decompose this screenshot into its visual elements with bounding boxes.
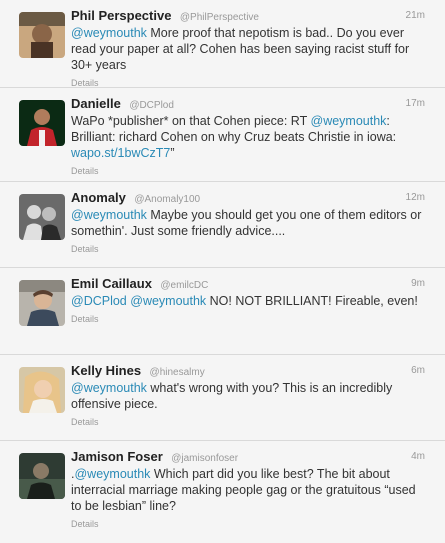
tweet-text-segment: NO! NOT BRILLIANT! Fireable, even! (206, 294, 418, 308)
avatar[interactable] (19, 194, 65, 240)
author-name[interactable]: Danielle (71, 96, 121, 111)
mention-link[interactable]: @weymouthk (311, 114, 387, 128)
tweet-time[interactable]: 9m (411, 276, 425, 292)
mention-link[interactable]: @weymouthk (130, 294, 206, 308)
author-name[interactable]: Kelly Hines (71, 363, 141, 378)
tweet-text-segment: WaPo *publisher* on that Cohen piece: RT (71, 114, 311, 128)
author-name[interactable]: Phil Perspective (71, 8, 171, 23)
tweet-time[interactable]: 21m (406, 8, 425, 24)
author-name[interactable]: Emil Caillaux (71, 276, 152, 291)
author-handle[interactable]: @Anomaly100 (134, 194, 200, 205)
mention-link[interactable]: @weymouthk (71, 208, 147, 222)
avatar[interactable] (19, 367, 65, 413)
tweet-text: @DCPlod @weymouthk NO! NOT BRILLIANT! Fi… (71, 293, 425, 309)
tweet[interactable]: Danielle @DCPlod 17m WaPo *publisher* on… (0, 88, 445, 182)
tweet-stream: Phil Perspective @PhilPerspective 21m @w… (0, 0, 445, 531)
url-link[interactable]: wapo.st/1bwCzT7 (71, 146, 170, 160)
author-handle[interactable]: @hinesalmy (150, 367, 205, 378)
details-link[interactable]: Details (71, 166, 99, 176)
tweet-text: @weymouthk Maybe you should get you one … (71, 207, 425, 239)
details-link[interactable]: Details (71, 314, 99, 324)
tweet-text: @weymouthk More proof that nepotism is b… (71, 25, 425, 73)
mention-link[interactable]: @DCPlod (71, 294, 127, 308)
tweet-text-segment: ” (170, 146, 175, 160)
tweet[interactable]: Anomaly @Anomaly100 12m @weymouthk Maybe… (0, 182, 445, 268)
tweet[interactable]: Phil Perspective @PhilPerspective 21m @w… (0, 0, 445, 88)
details-link[interactable]: Details (71, 244, 99, 254)
tweet[interactable]: Jamison Foser @jamisonfoser 4m .@weymout… (0, 441, 445, 531)
avatar[interactable] (19, 280, 65, 326)
details-link[interactable]: Details (71, 519, 99, 529)
tweet[interactable]: Emil Caillaux @emilcDC 9m @DCPlod @weymo… (0, 268, 445, 355)
author-handle[interactable]: @emilcDC (160, 280, 208, 291)
details-link[interactable]: Details (71, 78, 99, 88)
tweet-text: WaPo *publisher* on that Cohen piece: RT… (71, 113, 425, 161)
tweet-time[interactable]: 12m (406, 190, 425, 206)
author-handle[interactable]: @DCPlod (129, 100, 174, 111)
tweet-text: .@weymouthk Which part did you like best… (71, 466, 425, 514)
details-link[interactable]: Details (71, 417, 99, 427)
mention-link[interactable]: @weymouthk (71, 381, 147, 395)
mention-link[interactable]: @weymouthk (71, 26, 147, 40)
tweet-text: @weymouthk what's wrong with you? This i… (71, 380, 425, 412)
avatar[interactable] (19, 453, 65, 499)
author-name[interactable]: Jamison Foser (71, 449, 163, 464)
tweet-time[interactable]: 4m (411, 449, 425, 465)
tweet[interactable]: Kelly Hines @hinesalmy 6m @weymouthk wha… (0, 355, 445, 441)
author-handle[interactable]: @jamisonfoser (171, 453, 238, 464)
avatar[interactable] (19, 12, 65, 58)
avatar[interactable] (19, 100, 65, 146)
tweet-time[interactable]: 17m (406, 96, 425, 112)
author-handle[interactable]: @PhilPerspective (180, 12, 259, 23)
author-name[interactable]: Anomaly (71, 190, 126, 205)
tweet-time[interactable]: 6m (411, 363, 425, 379)
mention-link[interactable]: @weymouthk (74, 467, 150, 481)
